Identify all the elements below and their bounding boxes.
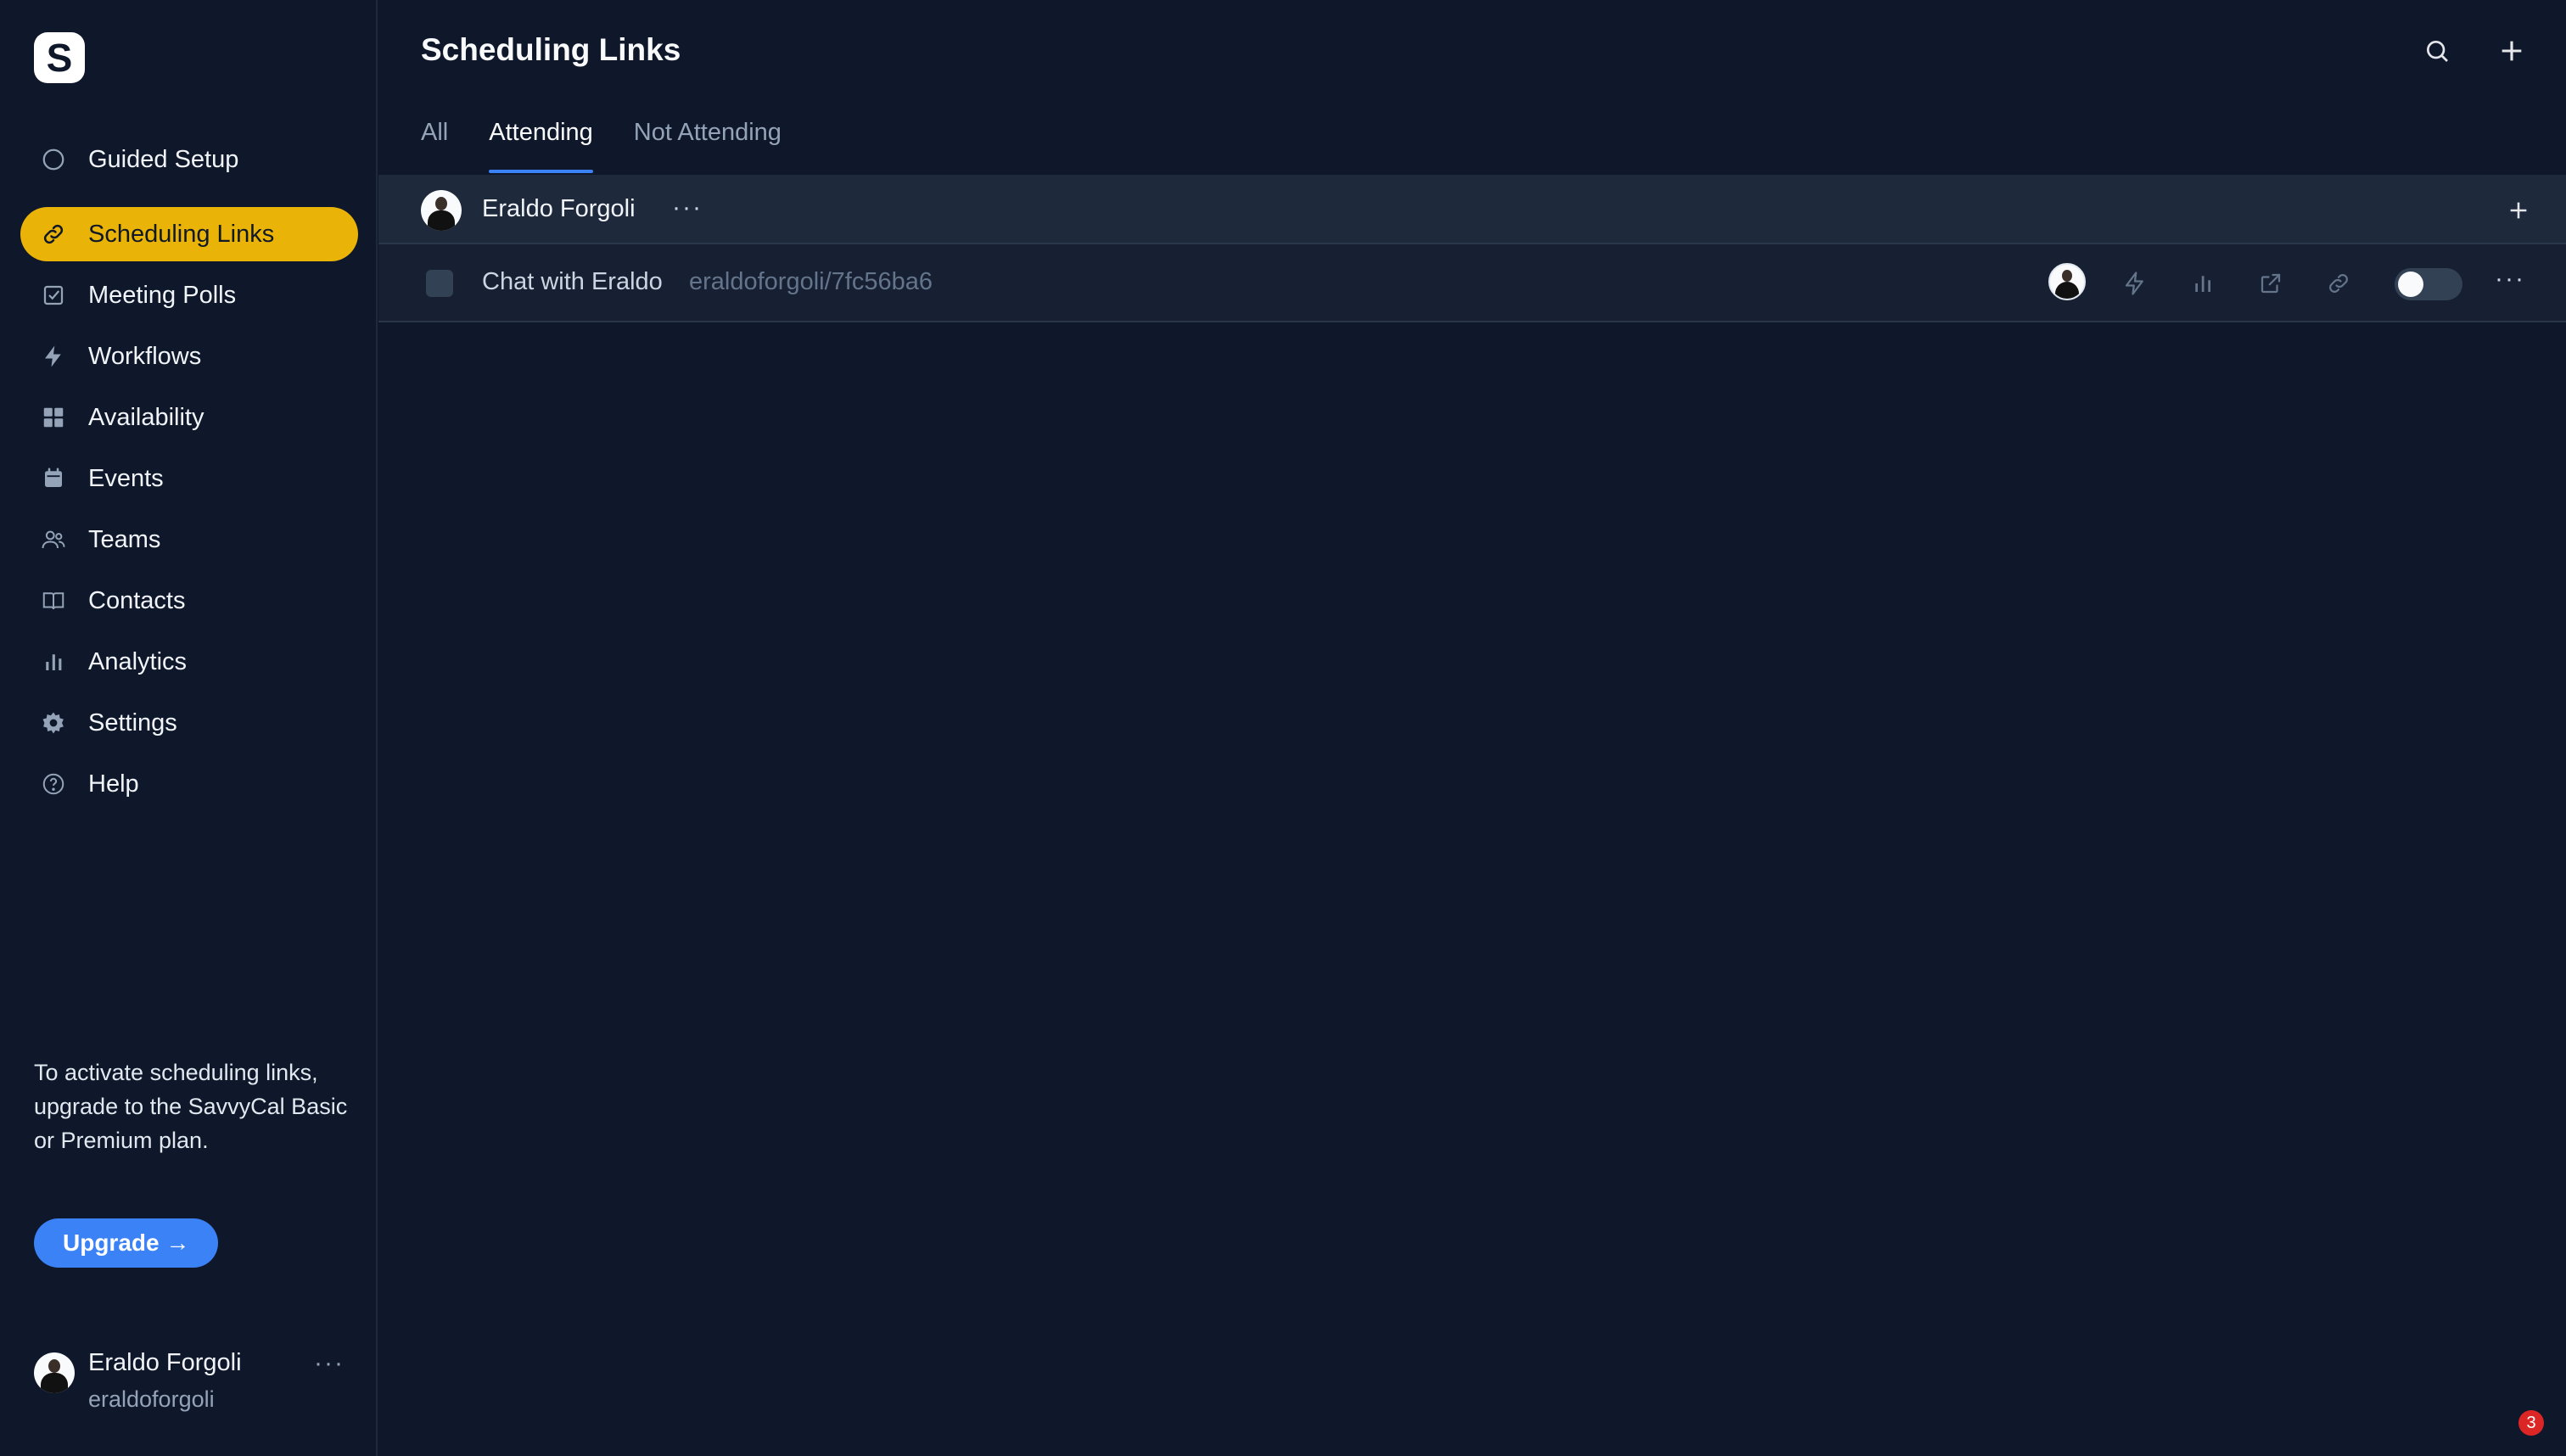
main-content: Scheduling Links All Attending Not Atten… (378, 0, 2566, 1456)
grid-icon (41, 405, 66, 430)
sidebar: S Guided Setup Scheduling Links Meeting … (0, 0, 378, 1456)
table-row[interactable]: Chat with Eraldo eraldoforgoli/7fc56ba6 … (378, 244, 2566, 322)
link-slug: eraldoforgoli/7fc56ba6 (689, 268, 933, 295)
external-link-icon[interactable] (2252, 265, 2289, 302)
sidebar-item-meeting-polls[interactable]: Meeting Polls (20, 268, 358, 322)
tab-not-attending[interactable]: Not Attending (634, 115, 782, 175)
bolt-icon[interactable] (2116, 265, 2154, 302)
more-icon[interactable]: ··· (314, 1349, 345, 1378)
sidebar-item-settings[interactable]: Settings (20, 696, 358, 750)
upgrade-promo-text: To activate scheduling links, upgrade to… (34, 1060, 348, 1153)
sidebar-item-label: Analytics (88, 647, 188, 675)
link-enabled-toggle[interactable] (2395, 268, 2462, 300)
bar-chart-icon (41, 649, 66, 675)
circle-icon (41, 147, 66, 172)
group-owner-name: Eraldo Forgoli (482, 195, 636, 222)
sidebar-item-teams[interactable]: Teams (20, 512, 358, 567)
sidebar-item-contacts[interactable]: Contacts (20, 574, 358, 628)
profile-name: Eraldo Forgoli (88, 1349, 242, 1376)
gear-icon (41, 710, 66, 736)
link-icon (41, 221, 66, 247)
avatar (2048, 263, 2086, 300)
bolt-icon (41, 344, 66, 369)
book-icon (41, 588, 66, 613)
sidebar-item-label: Settings (88, 708, 177, 736)
plus-icon[interactable] (2493, 32, 2530, 70)
toggle-knob (2398, 272, 2423, 297)
sidebar-item-label: Events (88, 464, 164, 492)
sidebar-item-label: Scheduling Links (88, 220, 275, 248)
sidebar-item-label: Workflows (88, 342, 202, 370)
sidebar-item-label: Teams (88, 525, 161, 553)
sidebar-item-events[interactable]: Events (20, 451, 358, 506)
help-icon (41, 771, 66, 797)
link-title[interactable]: Chat with Eraldo (482, 268, 663, 296)
page-title: Scheduling Links (421, 32, 681, 67)
sidebar-item-label: Help (88, 770, 139, 798)
sidebar-item-availability[interactable]: Availability (20, 390, 358, 445)
link-icon[interactable] (2320, 265, 2357, 302)
bar-chart-icon[interactable] (2184, 265, 2221, 302)
app-logo[interactable]: S (34, 32, 85, 83)
tab-all[interactable]: All (421, 115, 448, 175)
row-checkbox[interactable] (426, 270, 453, 297)
sidebar-item-label: Contacts (88, 586, 186, 614)
sidebar-item-scheduling-links[interactable]: Scheduling Links (20, 207, 358, 261)
search-icon[interactable] (2418, 32, 2456, 70)
sidebar-item-workflows[interactable]: Workflows (20, 329, 358, 384)
more-icon[interactable]: ··· (2495, 265, 2525, 294)
tab-bar: All Attending Not Attending (421, 115, 822, 175)
plus-icon[interactable] (2502, 193, 2535, 227)
calendar-icon (41, 466, 66, 491)
sidebar-item-label: Meeting Polls (88, 281, 237, 309)
upgrade-button[interactable]: Upgrade → (34, 1218, 219, 1268)
sidebar-item-help[interactable]: Help (20, 757, 358, 811)
avatar (421, 190, 462, 231)
owner-group-header: Eraldo Forgoli ··· (378, 176, 2566, 244)
user-profile[interactable]: Eraldo Forgoli eraldoforgoli ··· (34, 1349, 356, 1425)
sidebar-item-guided-setup[interactable]: Guided Setup (20, 132, 358, 187)
sidebar-nav: Guided Setup Scheduling Links Meeting Po… (20, 132, 358, 818)
tab-attending[interactable]: Attending (489, 115, 593, 175)
more-icon[interactable]: ··· (672, 193, 703, 222)
sidebar-item-analytics[interactable]: Analytics (20, 635, 358, 689)
checkbox-icon (41, 283, 66, 308)
sidebar-item-label: Guided Setup (88, 145, 239, 173)
avatar (34, 1352, 75, 1393)
notification-badge[interactable]: 3 (2518, 1410, 2544, 1436)
profile-handle: eraldoforgoli (88, 1386, 215, 1412)
users-icon (41, 527, 66, 552)
sidebar-item-label: Availability (88, 403, 204, 431)
